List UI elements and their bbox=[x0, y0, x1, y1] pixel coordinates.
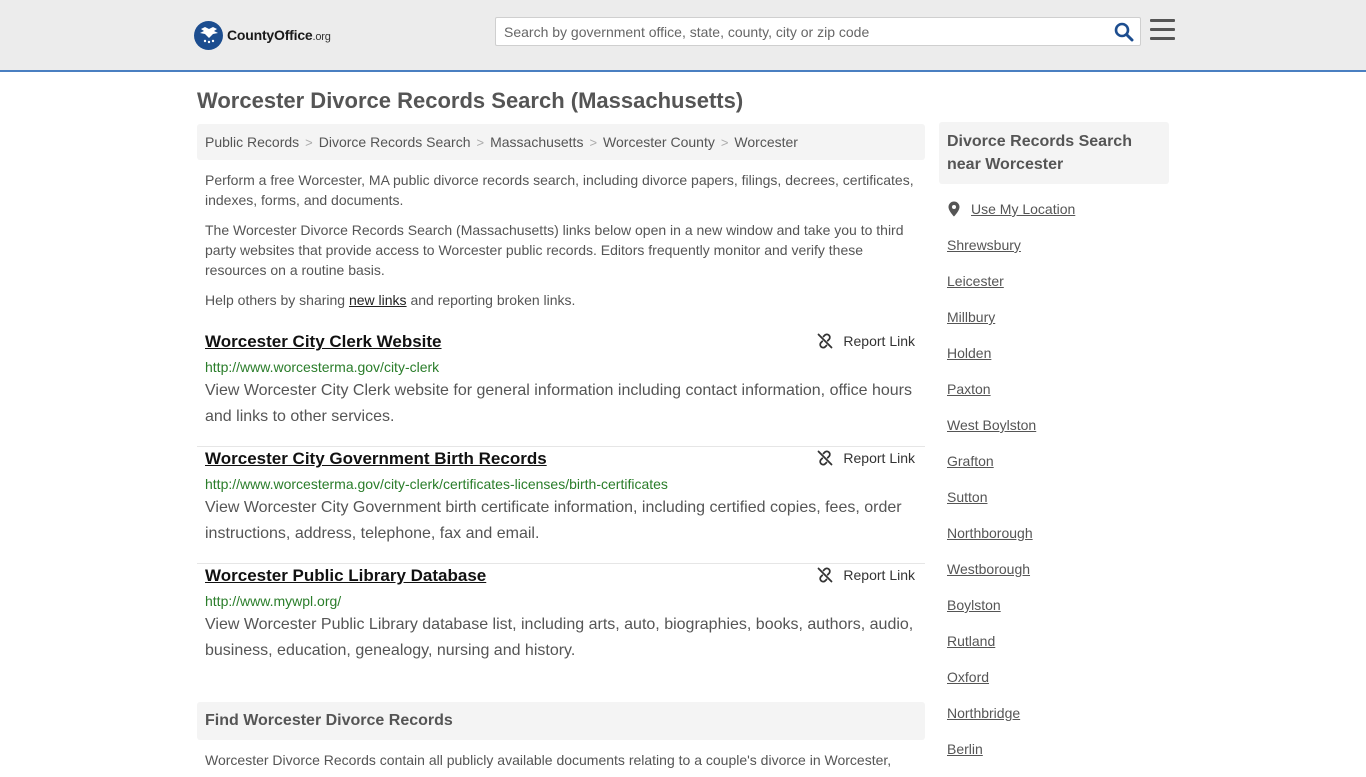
listing-url[interactable]: http://www.mywpl.org/ bbox=[205, 593, 341, 609]
list-item: Leicester bbox=[947, 273, 1036, 309]
nearby-place-link[interactable]: Sutton bbox=[947, 489, 987, 505]
nearby-place-link[interactable]: Leicester bbox=[947, 273, 1004, 289]
listing-description: View Worcester Public Library database l… bbox=[205, 616, 914, 659]
listing-item: Worcester City Clerk Website Report Link… bbox=[197, 330, 925, 447]
broken-link-icon bbox=[818, 333, 833, 349]
logo-suffix: .org bbox=[312, 31, 331, 43]
nearby-place-link[interactable]: Westborough bbox=[947, 561, 1030, 577]
page-title: Worcester Divorce Records Search (Massac… bbox=[197, 88, 744, 113]
listing-description: View Worcester City Clerk website for ge… bbox=[205, 382, 912, 425]
listing-title-link[interactable]: Worcester City Government Birth Records bbox=[205, 449, 547, 469]
list-item: Sutton bbox=[947, 489, 1036, 525]
list-item: Westborough bbox=[947, 561, 1036, 597]
list-item: Paxton bbox=[947, 381, 1036, 417]
nearby-places-list: Shrewsbury Leicester Millbury Holden Pax… bbox=[947, 237, 1036, 777]
breadcrumb-separator: > bbox=[476, 134, 485, 150]
nearby-place-link[interactable]: Berlin bbox=[947, 741, 983, 757]
nearby-place-link[interactable]: Oxford bbox=[947, 669, 989, 685]
logo-text: CountyOffice.org bbox=[227, 27, 331, 43]
share-text-before: Help others by sharing bbox=[205, 292, 346, 308]
list-item: Grafton bbox=[947, 453, 1036, 489]
breadcrumb-worcester-county[interactable]: Worcester County bbox=[603, 134, 715, 150]
new-links-link[interactable]: new links bbox=[349, 292, 407, 308]
find-section-title: Find Worcester Divorce Records bbox=[197, 702, 925, 740]
list-item: Millbury bbox=[947, 309, 1036, 345]
nearby-place-link[interactable]: Rutland bbox=[947, 633, 995, 649]
hamburger-menu-icon[interactable] bbox=[1150, 19, 1175, 43]
site-logo[interactable]: CountyOffice.org bbox=[194, 20, 331, 50]
search-input[interactable] bbox=[504, 22, 1104, 42]
nearby-place-link[interactable]: Millbury bbox=[947, 309, 995, 325]
breadcrumb-separator: > bbox=[589, 134, 598, 150]
share-text-after: and reporting broken links. bbox=[410, 292, 576, 308]
list-item: Northborough bbox=[947, 525, 1036, 561]
nearby-place-link[interactable]: Boylston bbox=[947, 597, 1001, 613]
intro-paragraph-1: Perform a free Worcester, MA public divo… bbox=[205, 172, 914, 208]
nearby-place-link[interactable]: Holden bbox=[947, 345, 991, 361]
nearby-place-link[interactable]: Northbridge bbox=[947, 705, 1020, 721]
search-icon[interactable] bbox=[1114, 22, 1134, 42]
logo-name: CountyOffice bbox=[227, 27, 313, 43]
list-item: Shrewsbury bbox=[947, 237, 1036, 273]
intro-paragraph-3: Help others by sharing new links and rep… bbox=[205, 290, 917, 310]
list-item: Holden bbox=[947, 345, 1036, 381]
breadcrumb-worcester[interactable]: Worcester bbox=[734, 134, 798, 150]
breadcrumb-public-records[interactable]: Public Records bbox=[205, 134, 299, 150]
nearby-place-link[interactable]: West Boylston bbox=[947, 417, 1036, 433]
menu-bar bbox=[1150, 28, 1175, 31]
breadcrumb-divorce-records-search[interactable]: Divorce Records Search bbox=[319, 134, 471, 150]
find-section-text: Worcester Divorce Records contain all pu… bbox=[205, 752, 892, 768]
report-link-label: Report Link bbox=[843, 567, 915, 583]
breadcrumb-separator: > bbox=[720, 134, 729, 150]
sidebar-title: Divorce Records Search near Worcester bbox=[939, 122, 1169, 184]
use-my-location-link[interactable]: Use My Location bbox=[971, 201, 1075, 217]
report-link-label: Report Link bbox=[843, 333, 915, 349]
listing-url[interactable]: http://www.worcesterma.gov/city-clerk bbox=[205, 359, 439, 375]
map-pin-icon bbox=[948, 201, 960, 217]
nearby-place-link[interactable]: Northborough bbox=[947, 525, 1033, 541]
nearby-place-link[interactable]: Grafton bbox=[947, 453, 994, 469]
list-item: Oxford bbox=[947, 669, 1036, 705]
list-item: Berlin bbox=[947, 741, 1036, 777]
report-link-button[interactable]: Report Link bbox=[817, 450, 915, 466]
report-link-button[interactable]: Report Link bbox=[817, 333, 915, 349]
report-link-label: Report Link bbox=[843, 450, 915, 466]
broken-link-icon bbox=[818, 450, 833, 466]
list-item: West Boylston bbox=[947, 417, 1036, 453]
listing-title-link[interactable]: Worcester City Clerk Website bbox=[205, 332, 442, 352]
broken-link-icon bbox=[818, 567, 833, 583]
list-item: Rutland bbox=[947, 633, 1036, 669]
breadcrumb-massachusetts[interactable]: Massachusetts bbox=[490, 134, 583, 150]
list-item: Northbridge bbox=[947, 705, 1036, 741]
listing-item: Worcester City Government Birth Records … bbox=[197, 447, 925, 564]
report-link-button[interactable]: Report Link bbox=[817, 567, 915, 583]
nearby-place-link[interactable]: Paxton bbox=[947, 381, 991, 397]
listing-title-link[interactable]: Worcester Public Library Database bbox=[205, 566, 486, 586]
intro-paragraph-2: The Worcester Divorce Records Search (Ma… bbox=[205, 222, 904, 278]
search-box bbox=[495, 17, 1141, 46]
breadcrumb: Public Records > Divorce Records Search … bbox=[197, 124, 925, 160]
nearby-place-link[interactable]: Shrewsbury bbox=[947, 237, 1021, 253]
breadcrumb-separator: > bbox=[305, 134, 313, 150]
use-my-location: Use My Location bbox=[947, 201, 1075, 217]
menu-bar bbox=[1150, 37, 1175, 40]
menu-bar bbox=[1150, 19, 1175, 22]
eagle-logo-icon bbox=[194, 20, 223, 50]
listing-url[interactable]: http://www.worcesterma.gov/city-clerk/ce… bbox=[205, 476, 668, 492]
listing-item: Worcester Public Library Database Report… bbox=[197, 564, 925, 681]
listing-description: View Worcester City Government birth cer… bbox=[205, 499, 902, 542]
top-bar: CountyOffice.org bbox=[0, 0, 1366, 72]
list-item: Boylston bbox=[947, 597, 1036, 633]
